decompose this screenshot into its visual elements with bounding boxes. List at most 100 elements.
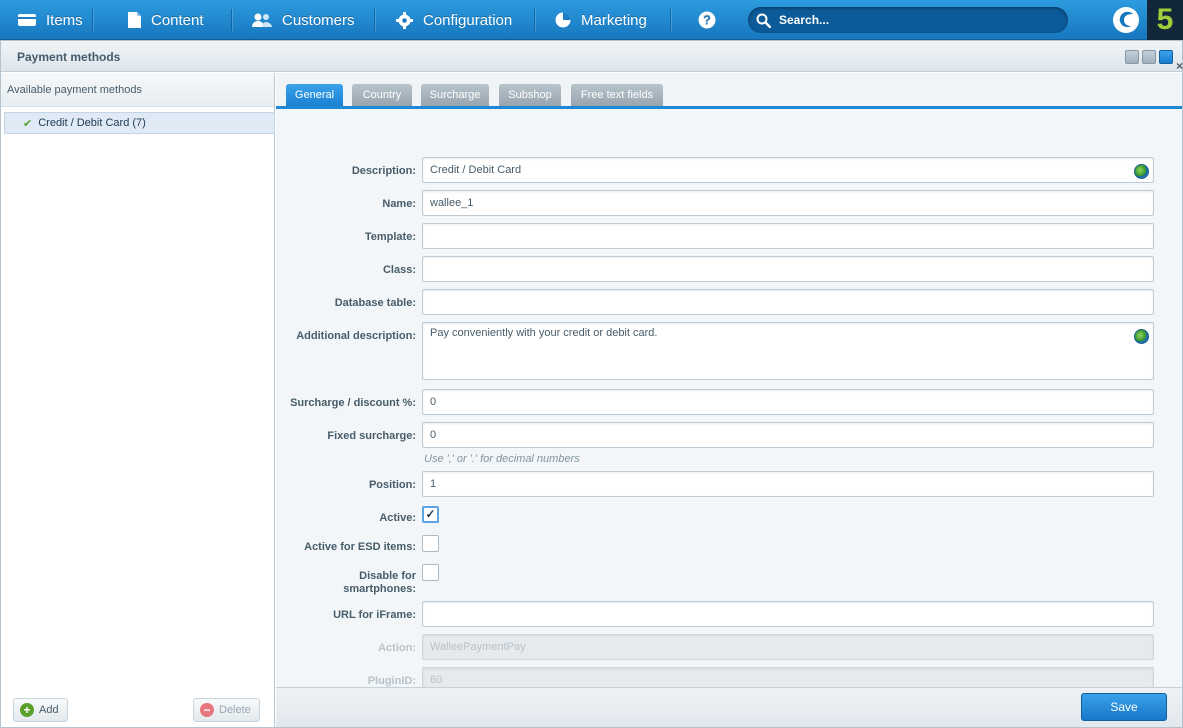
list-footer: + Add − Delete	[1, 693, 274, 727]
shopware-5-logo: 5	[1147, 0, 1183, 40]
description-field[interactable]	[422, 157, 1154, 183]
nav-separator	[670, 9, 671, 31]
search-icon	[756, 13, 771, 28]
minus-icon: −	[200, 703, 214, 717]
translation-globe-icon[interactable]	[1134, 164, 1149, 179]
nav-configuration[interactable]: Configuration	[396, 0, 512, 40]
fixed-surcharge-label: Fixed surcharge:	[327, 430, 416, 442]
nav-separator	[374, 9, 375, 31]
database-table-field[interactable]	[422, 289, 1154, 315]
nav-separator	[231, 9, 232, 31]
nav-separator	[534, 9, 535, 31]
tab-free-text-fields-label: Free text fields	[580, 89, 654, 101]
tab-free-text-fields[interactable]: Free text fields	[571, 84, 663, 106]
translation-globe-icon[interactable]	[1134, 329, 1149, 344]
add-button[interactable]: + Add	[13, 698, 68, 722]
tab-subshop[interactable]: Subshop	[499, 84, 561, 106]
payment-method-detail-panel: General Country Surcharge Subshop Free t…	[276, 73, 1182, 727]
list-item-credit-debit-card[interactable]: ✔ Credit / Debit Card (7)	[4, 112, 275, 134]
shopware-logo-icon	[1113, 7, 1139, 33]
tab-general[interactable]: General	[286, 84, 343, 106]
customers-icon	[252, 13, 272, 27]
tab-subshop-label: Subshop	[508, 89, 552, 101]
check-icon: ✔	[23, 117, 33, 130]
search-input[interactable]	[779, 13, 1059, 27]
disable-smartphones-label-line1: Disable for	[359, 570, 416, 582]
nav-customers[interactable]: Customers	[252, 0, 355, 40]
active-checkbox[interactable]: ✓	[422, 506, 439, 523]
active-label: Active:	[379, 512, 416, 524]
fixed-surcharge-field[interactable]	[422, 422, 1154, 448]
svg-text:?: ?	[703, 13, 711, 28]
pie-chart-icon	[555, 12, 571, 28]
class-label: Class:	[382, 264, 416, 276]
template-label: Template:	[364, 231, 416, 243]
checkmark-icon: ✓	[425, 507, 436, 521]
plus-icon: +	[20, 703, 34, 717]
help-button[interactable]: ?	[698, 0, 716, 40]
surcharge-discount-label: Surcharge / discount %:	[290, 397, 416, 409]
tab-surcharge[interactable]: Surcharge	[421, 84, 489, 106]
tab-country-label: Country	[362, 89, 402, 101]
url-iframe-field[interactable]	[422, 601, 1154, 627]
additional-description-label: Additional description:	[296, 330, 416, 342]
action-field	[422, 634, 1154, 660]
tab-country[interactable]: Country	[352, 84, 412, 106]
payment-methods-list-panel: Available payment methods ✔ Credit / Deb…	[1, 73, 275, 727]
nav-content[interactable]: Content	[128, 0, 204, 40]
search-box[interactable]	[748, 7, 1068, 33]
template-field[interactable]	[422, 223, 1154, 249]
add-button-label: Add	[39, 704, 59, 716]
tab-general-label: General	[294, 89, 335, 101]
list-item-label: Credit / Debit Card (7)	[38, 117, 146, 129]
plugin-id-label: PluginID:	[367, 675, 416, 687]
active-esd-checkbox[interactable]	[422, 535, 439, 552]
top-navigation-bar: Items Content Customers Configuration Ma…	[0, 0, 1183, 40]
logo-5-text: 5	[1156, 3, 1174, 36]
active-esd-label: Active for ESD items:	[304, 541, 416, 553]
window-title-bar[interactable]: Payment methods ×	[1, 41, 1183, 72]
nav-separator	[92, 9, 93, 31]
nav-customers-label: Customers	[282, 11, 355, 29]
additional-description-field[interactable]: Pay conveniently with your credit or deb…	[422, 322, 1154, 380]
position-label: Position:	[368, 479, 416, 491]
close-icon: ×	[1176, 59, 1183, 73]
disable-smartphones-label-line2: smartphones:	[343, 583, 416, 595]
disable-smartphones-label: Disable for smartphones:	[276, 570, 416, 596]
description-label: Description:	[351, 165, 416, 177]
tab-bar: General Country Surcharge Subshop Free t…	[276, 73, 1182, 109]
name-field[interactable]	[422, 190, 1154, 216]
decimal-hint: Use ',' or '.' for decimal numbers	[424, 453, 580, 465]
save-button-label: Save	[1110, 700, 1138, 714]
list-header: Available payment methods	[1, 73, 274, 107]
nav-marketing-label: Marketing	[581, 11, 647, 29]
nav-content-label: Content	[151, 11, 204, 29]
gear-icon	[396, 11, 413, 29]
nav-configuration-label: Configuration	[423, 11, 513, 29]
name-label: Name:	[382, 198, 416, 210]
content-icon	[128, 12, 141, 28]
disable-smartphones-checkbox[interactable]	[422, 564, 439, 581]
maximize-button[interactable]	[1142, 50, 1156, 64]
question-circle-icon: ?	[698, 11, 716, 29]
class-field[interactable]	[422, 256, 1154, 282]
nav-items-label: Items	[46, 11, 83, 29]
tab-surcharge-label: Surcharge	[429, 89, 481, 101]
general-form: Description: Name: Template: Class: Data…	[276, 112, 1182, 693]
delete-button-label: Delete	[219, 704, 251, 716]
payment-methods-window: Payment methods × Available payment meth…	[0, 40, 1183, 728]
action-label: Action:	[378, 642, 416, 654]
minimize-button[interactable]	[1125, 50, 1139, 64]
database-table-label: Database table:	[334, 297, 416, 309]
close-button[interactable]: ×	[1159, 50, 1183, 72]
delete-button[interactable]: − Delete	[193, 698, 260, 722]
window-title: Payment methods	[17, 50, 121, 64]
surcharge-discount-field[interactable]	[422, 389, 1154, 415]
items-icon	[18, 14, 36, 26]
list-header-label: Available payment methods	[7, 84, 142, 96]
nav-items[interactable]: Items	[18, 0, 83, 40]
nav-marketing[interactable]: Marketing	[555, 0, 647, 40]
position-field[interactable]	[422, 471, 1154, 497]
form-toolbar: Save	[276, 687, 1182, 727]
save-button[interactable]: Save	[1081, 693, 1167, 721]
